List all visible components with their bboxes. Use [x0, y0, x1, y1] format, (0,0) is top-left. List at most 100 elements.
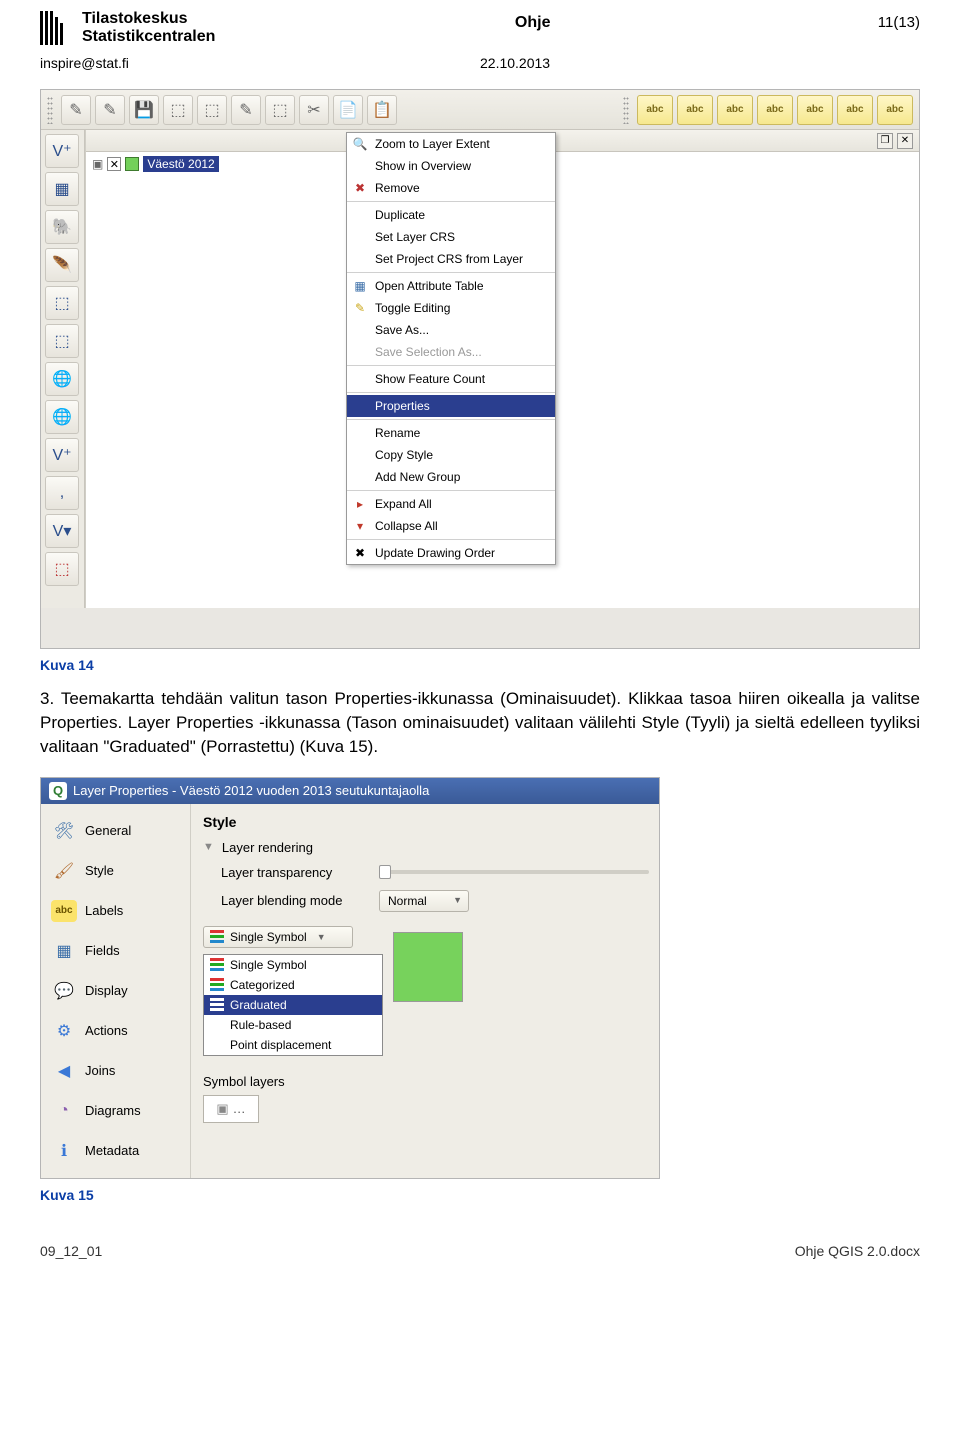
- properties-tab[interactable]: ℹMetadata: [49, 1136, 182, 1166]
- renderer-option-label: Rule-based: [230, 1018, 291, 1032]
- menu-item-icon: ✎: [352, 300, 368, 316]
- context-menu-item[interactable]: 🔍 Zoom to Layer Extent: [347, 133, 555, 155]
- add-vector-icon[interactable]: V⁺: [45, 134, 79, 168]
- context-menu-item[interactable]: Duplicate: [347, 204, 555, 226]
- properties-tab[interactable]: ▦Fields: [49, 936, 182, 966]
- properties-tab[interactable]: 🖌Style: [49, 856, 182, 886]
- add-wfs-icon[interactable]: 🌐: [45, 400, 79, 434]
- tool-icon[interactable]: ⬚: [163, 95, 193, 125]
- tool-icon[interactable]: ✎: [231, 95, 261, 125]
- renderer-option-label: Categorized: [230, 978, 295, 992]
- context-menu-item[interactable]: Set Layer CRS: [347, 226, 555, 248]
- menu-item-icon: [352, 447, 368, 463]
- footer-right: Ohje QGIS 2.0.docx: [795, 1243, 920, 1259]
- menu-item-label: Save As...: [375, 323, 429, 337]
- properties-tab[interactable]: ◀Joins: [49, 1056, 182, 1086]
- tool-icon[interactable]: 💾: [129, 95, 159, 125]
- label-abc-icon[interactable]: abc: [797, 95, 833, 125]
- tab-icon: abc: [51, 900, 77, 922]
- menu-item-label: Zoom to Layer Extent: [375, 137, 490, 151]
- context-menu-item[interactable]: Copy Style: [347, 444, 555, 466]
- tool-icon[interactable]: ✎: [61, 95, 91, 125]
- menu-item-icon: [352, 229, 368, 245]
- label-abc-icon[interactable]: abc: [837, 95, 873, 125]
- menu-item-label: Open Attribute Table: [375, 279, 484, 293]
- undock-icon[interactable]: ❐: [877, 133, 893, 149]
- dialog-title-text: Layer Properties - Väestö 2012 vuoden 20…: [73, 783, 429, 798]
- renderer-option-icon: [210, 978, 224, 992]
- new-shp-icon[interactable]: V▾: [45, 514, 79, 548]
- tab-label: General: [85, 823, 131, 838]
- tab-icon: 💬: [51, 980, 77, 1002]
- figure-caption-15: Kuva 15: [40, 1187, 920, 1203]
- add-wms-icon[interactable]: ⬚: [45, 324, 79, 358]
- close-icon[interactable]: ✕: [897, 133, 913, 149]
- renderer-option[interactable]: Categorized: [204, 975, 382, 995]
- label-abc-icon[interactable]: abc: [717, 95, 753, 125]
- context-menu-item[interactable]: Save As...: [347, 319, 555, 341]
- tool-icon[interactable]: ⬚: [197, 95, 227, 125]
- remove-layer-icon[interactable]: ⬚: [45, 552, 79, 586]
- context-menu-item[interactable]: Set Project CRS from Layer: [347, 248, 555, 270]
- blending-mode-combo[interactable]: Normal: [379, 890, 469, 912]
- menu-item-icon: ✖: [352, 545, 368, 561]
- properties-tab[interactable]: ⚙Actions: [49, 1016, 182, 1046]
- renderer-option[interactable]: Graduated: [204, 995, 382, 1015]
- properties-tab[interactable]: ◔Diagrams: [49, 1096, 182, 1126]
- label-abc-icon[interactable]: abc: [757, 95, 793, 125]
- tool-icon[interactable]: ✂: [299, 95, 329, 125]
- add-mssql-icon[interactable]: ⬚: [45, 286, 79, 320]
- renderer-option-icon: [210, 958, 224, 972]
- tab-icon: ◀: [51, 1060, 77, 1082]
- context-menu-item[interactable]: ✖ Update Drawing Order: [347, 542, 555, 564]
- symbol-layers-box[interactable]: ▣ …: [203, 1095, 259, 1123]
- collapse-icon[interactable]: ▼: [203, 841, 214, 853]
- transparency-slider[interactable]: [379, 865, 391, 879]
- add-csv-icon[interactable]: V⁺: [45, 438, 79, 472]
- menu-item-icon: 🔍: [352, 136, 368, 152]
- context-menu-item[interactable]: Properties: [347, 395, 555, 417]
- menu-item-label: Update Drawing Order: [375, 546, 495, 560]
- add-delimited-icon[interactable]: ,: [45, 476, 79, 510]
- menu-item-label: Set Project CRS from Layer: [375, 252, 523, 266]
- properties-tab[interactable]: 🛠General: [49, 816, 182, 846]
- context-menu-item[interactable]: Save Selection As...: [347, 341, 555, 363]
- add-postgis-icon[interactable]: 🐘: [45, 210, 79, 244]
- context-menu-item[interactable]: ✖Remove: [347, 177, 555, 199]
- label-abc-icon[interactable]: abc: [877, 95, 913, 125]
- renderer-option[interactable]: Single Symbol: [204, 955, 382, 975]
- properties-tab[interactable]: 💬Display: [49, 976, 182, 1006]
- context-menu-item[interactable]: ▸Expand All: [347, 493, 555, 515]
- qgis-icon: Q: [49, 782, 67, 800]
- menu-item-icon: [352, 469, 368, 485]
- context-menu-item[interactable]: ▾Collapse All: [347, 515, 555, 537]
- symbol-layers-label: Symbol layers: [203, 1074, 285, 1089]
- tool-icon[interactable]: ⬚: [265, 95, 295, 125]
- layer-rendering-label: Layer rendering: [222, 840, 313, 855]
- tool-icon[interactable]: ✎: [95, 95, 125, 125]
- properties-tab[interactable]: abcLabels: [49, 896, 182, 926]
- add-raster-icon[interactable]: ▦: [45, 172, 79, 206]
- context-menu-item[interactable]: Show Feature Count: [347, 368, 555, 390]
- renderer-option[interactable]: Point displacement: [204, 1035, 382, 1055]
- menu-item-icon: [352, 344, 368, 360]
- renderer-option[interactable]: Rule-based: [204, 1015, 382, 1035]
- label-abc-icon[interactable]: abc: [677, 95, 713, 125]
- context-menu-item[interactable]: ▦Open Attribute Table: [347, 275, 555, 297]
- layer-visibility-checkbox[interactable]: ✕: [107, 157, 121, 171]
- renderer-type-combo[interactable]: Single Symbol ▼: [203, 926, 353, 948]
- contact-email: inspire@stat.fi: [40, 55, 480, 71]
- tab-icon: ⚙: [51, 1020, 77, 1042]
- context-menu-item[interactable]: Show in Overview: [347, 155, 555, 177]
- menu-item-label: Set Layer CRS: [375, 230, 455, 244]
- menu-item-label: Show Feature Count: [375, 372, 485, 386]
- label-abc-icon[interactable]: abc: [637, 95, 673, 125]
- context-menu-item[interactable]: ✎Toggle Editing: [347, 297, 555, 319]
- org-name-sv: Statistikcentralen: [82, 28, 215, 46]
- context-menu-item[interactable]: Rename: [347, 422, 555, 444]
- add-wcs-icon[interactable]: 🌐: [45, 362, 79, 396]
- context-menu-item[interactable]: Add New Group: [347, 466, 555, 488]
- tool-icon[interactable]: 📄: [333, 95, 363, 125]
- tool-icon[interactable]: 📋: [367, 95, 397, 125]
- add-spatialite-icon[interactable]: 🪶: [45, 248, 79, 282]
